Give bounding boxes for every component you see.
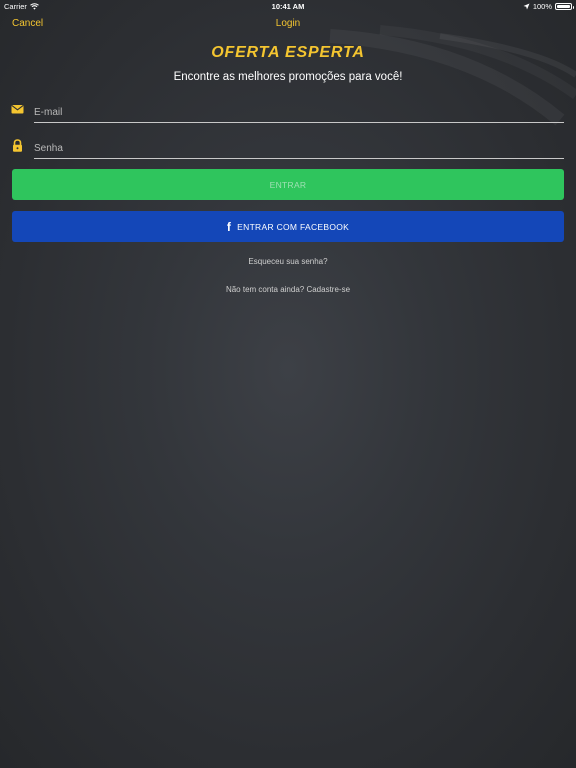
nav-title: Login — [275, 18, 301, 29]
signup-link[interactable]: Não tem conta ainda? Cadastre-se — [0, 285, 576, 294]
nav-bar: Cancel Login — [0, 12, 576, 36]
login-button-label: ENTRAR — [269, 179, 307, 190]
brand-logo: OFERTA ESPERTA — [211, 44, 365, 61]
location-arrow-icon — [523, 3, 530, 10]
status-right: 100% — [523, 2, 574, 11]
battery-percent: 100% — [532, 2, 552, 11]
envelope-icon — [11, 104, 24, 114]
password-input[interactable] — [34, 139, 564, 159]
tagline: Encontre as melhores promoções para você… — [173, 71, 403, 83]
password-field-row — [11, 139, 564, 159]
forgot-password-link[interactable]: Esqueceu sua senha? — [0, 257, 576, 266]
status-bar: Carrier 10:41 AM 100% — [0, 0, 576, 12]
battery-fill — [557, 5, 570, 8]
login-screen: Carrier 10:41 AM 100% Cancel Login OFERT… — [0, 0, 576, 768]
battery-icon — [555, 3, 574, 10]
login-button[interactable]: ENTRAR — [12, 169, 564, 200]
status-time: 10:41 AM — [271, 2, 305, 11]
facebook-login-button[interactable]: f ENTRAR COM FACEBOOK — [12, 211, 564, 242]
email-input[interactable] — [34, 103, 564, 123]
facebook-button-label: ENTRAR COM FACEBOOK — [237, 221, 350, 232]
email-field-row — [11, 103, 564, 123]
facebook-icon: f — [226, 219, 232, 234]
lock-icon — [13, 139, 22, 152]
